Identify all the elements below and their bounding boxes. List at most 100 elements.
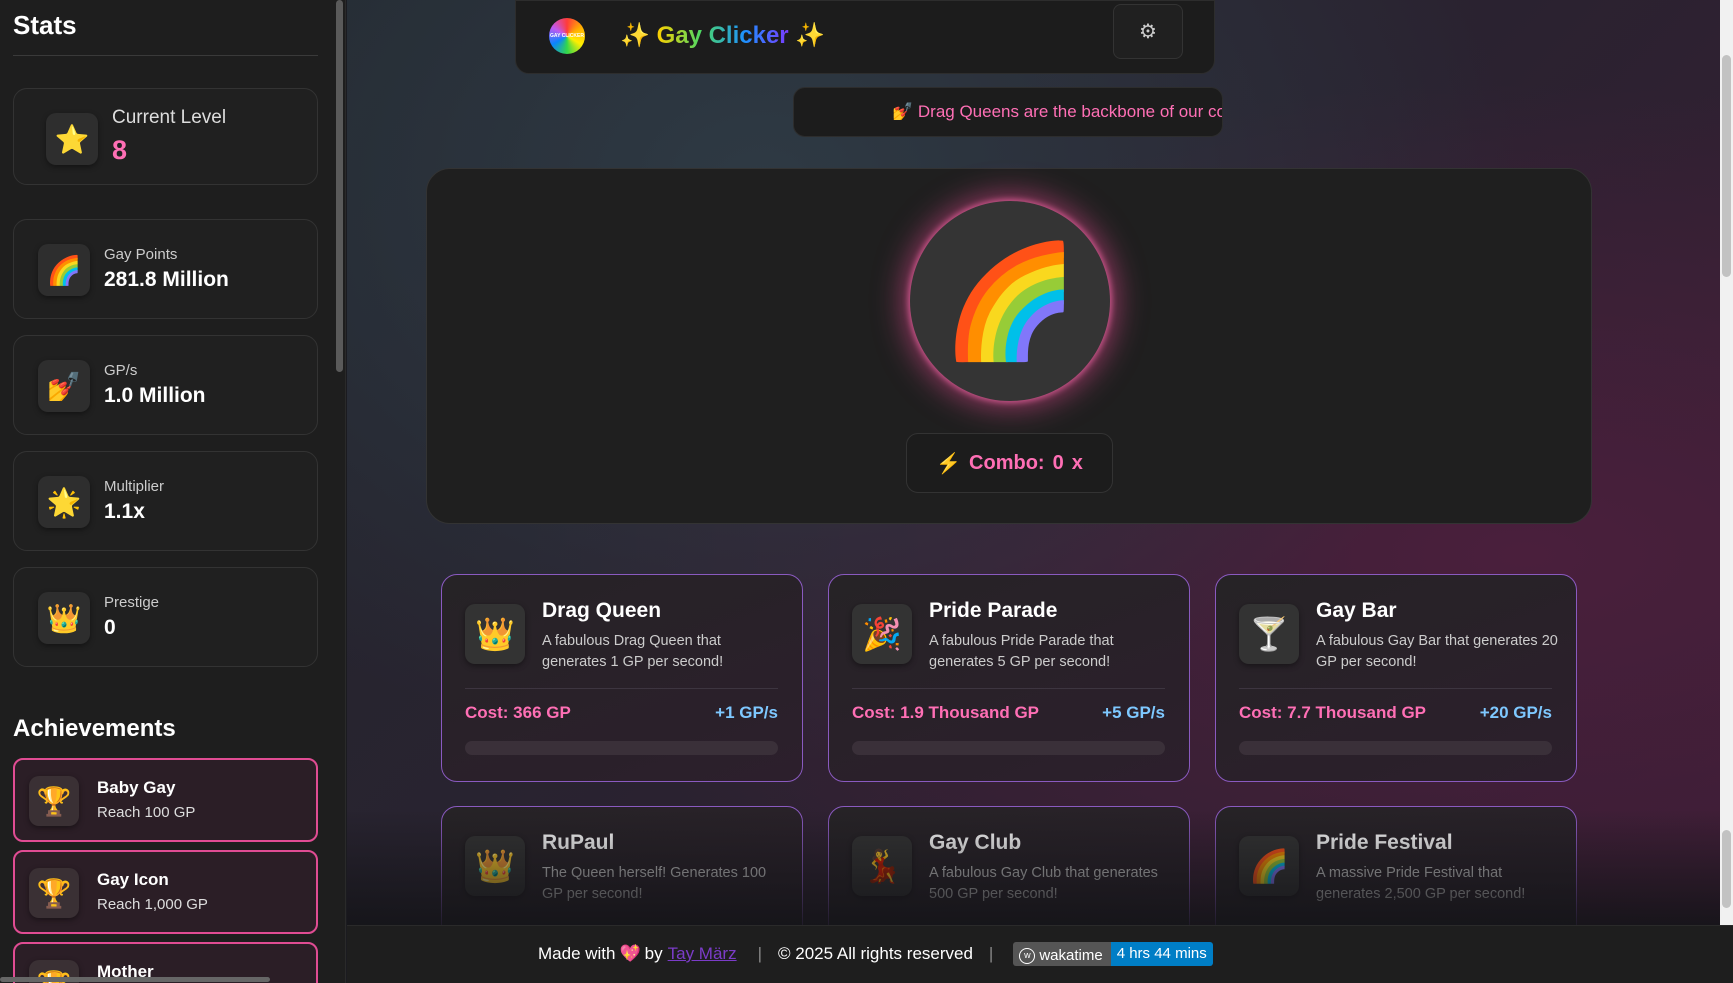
stat-value: 1.1x [104,500,145,523]
wakatime-badge[interactable]: w wakatime 4 hrs 44 mins [1013,942,1213,966]
achievement-name: Gay Icon [97,870,169,889]
upgrade-divider [1239,688,1552,689]
upgrade-desc: The Queen herself! Generates 100 GP per … [542,865,767,902]
stat-gps: 💅 GP/s 1.0 Million [13,335,318,435]
made-with-text: Made with [538,944,616,963]
page-title: ✨ Gay Clicker ✨ [620,21,825,50]
stat-label: Multiplier [104,478,165,495]
upgrade-name: Pride Parade [929,599,1058,622]
star-icon: ⭐ [46,113,98,165]
level-label: Current Level [112,107,227,128]
upgrade-cost: Cost: 1.9 Thousand GP [852,703,1040,722]
combo-counter: ⚡ Combo: 0 x [906,433,1113,493]
sparkles-icon: ✨ [788,22,826,49]
upgrade-rate: +1 GP/s [715,703,778,722]
upgrade-name: Gay Club [929,831,1022,854]
upgrade-name: Gay Bar [1316,599,1397,622]
wakatime-value: 4 hrs 44 mins [1110,942,1213,966]
cocktail-icon: 🍸 [1239,604,1299,664]
wakatime-label-box: w wakatime [1013,942,1111,966]
sidebar-scrollbar[interactable] [336,0,343,372]
author-link[interactable]: Tay März [668,944,737,964]
page-footer: Made with 💖 by Tay März | © 2025 All rig… [347,925,1733,983]
upgrade-rate: +20 GP/s [1479,703,1552,722]
stat-label: Gay Points [104,246,178,263]
combo-suffix: x [1071,451,1083,474]
copyright-text: © 2025 All rights reserved [778,944,973,963]
click-area: 🌈 ⚡ Combo: 0 x [426,168,1592,524]
upgrade-gay-bar[interactable]: 🍸 Gay Bar A fabulous Gay Bar that genera… [1215,574,1577,782]
by-text: by [644,944,663,963]
sidebar-divider [13,55,318,56]
footer-content: Made with 💖 by Tay März | © 2025 All rig… [538,942,1213,966]
upgrade-name: Drag Queen [542,599,662,622]
achievement-baby-gay: 🏆 Baby Gay Reach 100 GP [13,758,318,842]
sparkles-icon: ✨ [620,22,657,49]
achievement-desc: Reach 1,000 GP [97,896,208,913]
upgrade-pride-parade[interactable]: 🎉 Pride Parade A fabulous Pride Parade t… [828,574,1190,782]
stat-label: GP/s [104,362,138,379]
nail-polish-icon: 💅 [38,360,90,412]
upgrade-desc: A massive Pride Festival that generates … [1316,865,1526,902]
rainbow-icon: 🌈 [941,239,1079,363]
app-logo: GAY CLICKER [549,18,585,54]
page-scrollbar-thumb-lower[interactable] [1722,830,1731,908]
footer-separator: | [757,944,763,963]
stat-label: Prestige [104,594,160,611]
upgrade-desc: A fabulous Pride Parade that generates 5… [929,633,1114,670]
stat-gay-points: 🌈 Gay Points 281.8 Million [13,219,318,319]
party-popper-icon: 🎉 [852,604,912,664]
sidebar-horizontal-scrollbar[interactable] [0,977,270,982]
stat-value: 1.0 Million [104,384,206,407]
upgrade-cost: Cost: 366 GP [465,703,571,722]
upgrade-progress-bar [465,741,778,755]
logo-text: GAY CLICKER [550,33,584,39]
achievement-desc: Reach 100 GP [97,804,196,821]
rainbow-icon: 🌈 [38,244,90,296]
main-area: GAY CLICKER ✨ Gay Clicker ✨ ⚙ 💅 Drag Que… [347,0,1733,983]
app-title-text: Gay Clicker [656,22,789,49]
glowing-star-icon: 🌟 [38,476,90,528]
achievement-gay-icon: 🏆 Gay Icon Reach 1,000 GP [13,850,318,934]
lightning-icon: ⚡ [936,452,962,475]
wakatime-label: wakatime [1039,947,1103,964]
upgrade-cost: Cost: 7.7 Thousand GP [1239,703,1427,722]
trophy-icon: 🏆 [29,776,79,826]
crown-icon: 👑 [38,592,90,644]
trophy-icon: 🏆 [29,868,79,918]
combo-value: 0 [1052,451,1064,474]
upgrade-divider [852,688,1165,689]
stat-value: 0 [104,616,116,639]
gear-icon: ⚙ [1139,21,1157,43]
level-value: 8 [112,135,128,165]
current-level-card: ⭐ Current Level 8 [13,88,318,185]
upgrade-desc: A fabulous Gay Bar that generates 20 GP … [1316,633,1558,670]
wakatime-icon: w [1019,947,1036,964]
achievements-title: Achievements [13,715,176,742]
upgrade-name: Pride Festival [1316,831,1453,854]
upgrade-drag-queen[interactable]: 👑 Drag Queen A fabulous Drag Queen that … [441,574,803,782]
app-header: GAY CLICKER ✨ Gay Clicker ✨ ⚙ [515,0,1215,74]
crown-icon: 👑 [465,836,525,896]
upgrade-name: RuPaul [542,831,615,854]
footer-separator: | [988,944,994,963]
rainbow-click-button[interactable]: 🌈 [910,201,1110,401]
rainbow-icon: 🌈 [1239,836,1299,896]
upgrade-divider [465,688,778,689]
crown-icon: 👑 [465,604,525,664]
stat-multiplier: 🌟 Multiplier 1.1x [13,451,318,551]
upgrade-progress-bar [1239,741,1552,755]
upgrade-desc: A fabulous Gay Club that generates 500 G… [929,865,1158,902]
page-scrollbar-thumb[interactable] [1722,55,1731,277]
stats-sidebar: Stats ⭐ Current Level 8 🌈 Gay Points 281… [0,0,346,983]
achievement-name: Baby Gay [97,778,176,797]
upgrade-desc: A fabulous Drag Queen that generates 1 G… [542,633,724,670]
stat-prestige: 👑 Prestige 0 [13,567,318,667]
dancer-icon: 💃 [852,836,912,896]
news-ticker: 💅 Drag Queens are the backbone of our co… [793,87,1223,137]
heart-icon: 💖 [619,944,641,963]
combo-label: Combo: [969,451,1045,474]
ticker-text: 💅 Drag Queens are the backbone of our co… [892,102,1222,121]
settings-button[interactable]: ⚙ [1113,4,1183,59]
upgrade-rate: +5 GP/s [1102,703,1165,722]
